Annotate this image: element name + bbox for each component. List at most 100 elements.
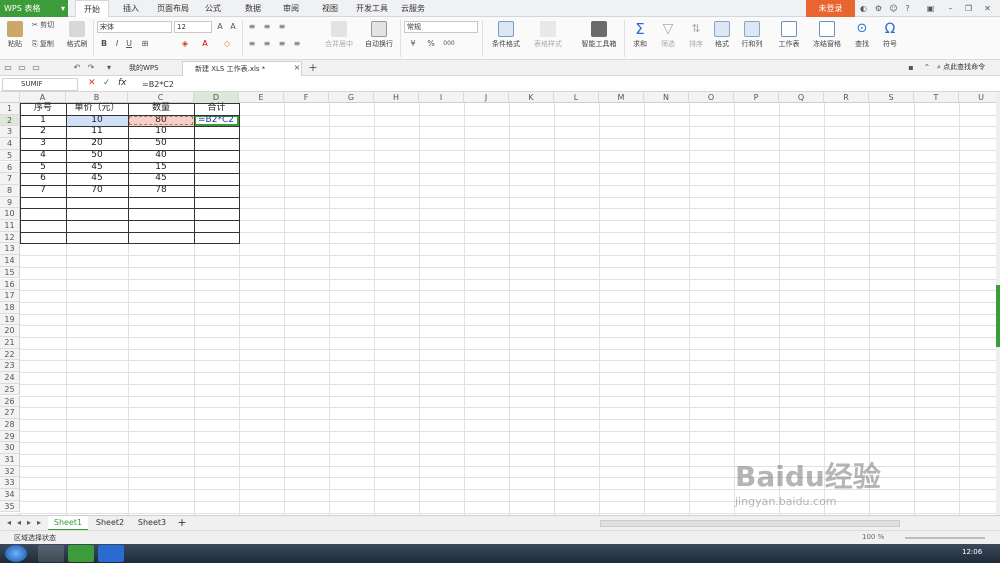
row-header-5[interactable]: 5 <box>0 149 20 162</box>
cell-d3[interactable] <box>194 126 239 138</box>
thousands-button[interactable]: 000 <box>441 39 457 49</box>
cell-a1[interactable]: 序号 <box>20 103 66 115</box>
conditional-format-button[interactable]: 条件格式 <box>486 21 526 49</box>
font-size-select[interactable]: 12 <box>174 21 212 33</box>
cell-d8[interactable] <box>194 185 239 197</box>
column-header-c[interactable]: C <box>128 92 194 103</box>
cell-b3[interactable]: 11 <box>66 126 128 138</box>
row-header-34[interactable]: 34 <box>0 489 20 501</box>
dock-icon[interactable]: ▪ <box>906 63 916 73</box>
column-header-n[interactable]: N <box>644 92 689 103</box>
format-painter-button[interactable]: 格式刷 <box>64 21 90 49</box>
first-sheet-icon[interactable]: ◂ <box>4 518 14 528</box>
freeze-panes-button[interactable]: 冻结窗格 <box>808 21 846 49</box>
redo-icon[interactable]: ↷ <box>86 63 96 73</box>
row-header-19[interactable]: 19 <box>0 313 20 326</box>
cell-b7[interactable]: 45 <box>66 173 128 185</box>
row-header-4[interactable]: 4 <box>0 138 20 150</box>
cell-b2[interactable]: 10 <box>66 114 128 127</box>
tab-home[interactable]: 开始 <box>75 0 109 18</box>
wrap-text-button[interactable]: 自动换行 <box>362 21 396 49</box>
row-header-22[interactable]: 22 <box>0 348 20 361</box>
taskbar-browser[interactable] <box>38 545 64 562</box>
cell-a2[interactable]: 1 <box>20 115 66 127</box>
add-sheet-icon[interactable]: + <box>175 516 189 531</box>
row-header-30[interactable]: 30 <box>0 442 20 454</box>
column-header-p[interactable]: P <box>734 92 779 103</box>
row-col-button[interactable]: 行和列 <box>738 21 766 49</box>
close-tab-icon[interactable]: × <box>292 63 302 73</box>
cell-c2[interactable]: 80 <box>128 114 194 127</box>
cell-c7[interactable]: 45 <box>128 173 194 185</box>
collapse-ribbon-icon[interactable]: ⌃ <box>922 63 932 73</box>
row-header-7[interactable]: 7 <box>0 173 20 185</box>
borders-icon[interactable]: ⊞ <box>140 39 150 49</box>
maximize-icon[interactable]: ❐ <box>963 3 974 14</box>
row-header-24[interactable]: 24 <box>0 372 20 384</box>
cell-d7[interactable] <box>194 173 239 185</box>
column-header-f[interactable]: F <box>284 92 329 103</box>
chevron-down-icon[interactable]: ▾ <box>104 63 114 73</box>
vertical-scrollbar-thumb[interactable] <box>996 285 1000 347</box>
sum-button[interactable]: Σ 求和 <box>628 21 652 49</box>
sheet-tab-2[interactable]: Sheet2 <box>90 516 130 531</box>
font-grow-icon[interactable]: A <box>215 22 225 32</box>
cell-c1[interactable]: 数量 <box>128 103 194 115</box>
row-header-11[interactable]: 11 <box>0 220 20 232</box>
cell-a8[interactable]: 7 <box>20 185 66 197</box>
open-icon[interactable]: ▭ <box>3 63 13 73</box>
row-header-27[interactable]: 27 <box>0 407 20 419</box>
row-header-2[interactable]: 2 <box>0 114 20 127</box>
justify-icon[interactable]: ≡ <box>292 39 302 49</box>
cell-d2[interactable]: =B2*C2 <box>194 114 239 127</box>
row-header-32[interactable]: 32 <box>0 465 20 478</box>
column-header-j[interactable]: J <box>464 92 509 103</box>
row-header-13[interactable]: 13 <box>0 243 20 256</box>
bold-button[interactable]: B <box>99 39 109 49</box>
close-icon[interactable]: ✕ <box>982 3 993 14</box>
row-header-15[interactable]: 15 <box>0 266 20 279</box>
paste-button[interactable]: 粘贴 <box>4 21 26 49</box>
insert-function-button[interactable]: fx <box>118 78 127 88</box>
column-header-t[interactable]: T <box>914 92 959 103</box>
format-button[interactable]: 格式 <box>710 21 734 49</box>
row-header-1[interactable]: 1 <box>0 103 20 115</box>
cell-a5[interactable]: 4 <box>20 150 66 162</box>
cell-b5[interactable]: 50 <box>66 150 128 162</box>
row-header-23[interactable]: 23 <box>0 360 20 373</box>
align-left-icon[interactable]: ≡ <box>247 39 257 49</box>
row-header-3[interactable]: 3 <box>0 126 20 139</box>
cell-b1[interactable]: 单价（元） <box>66 103 128 115</box>
filter-button[interactable]: ▽ 筛选 <box>656 21 680 49</box>
minimize-icon[interactable]: – <box>945 3 956 14</box>
worksheet-button[interactable]: 工作表 <box>774 21 804 49</box>
cell-d6[interactable] <box>194 162 239 174</box>
row-header-29[interactable]: 29 <box>0 430 20 443</box>
cell-c5[interactable]: 40 <box>128 150 194 162</box>
cell-c8[interactable]: 78 <box>128 185 194 197</box>
row-header-26[interactable]: 26 <box>0 395 20 408</box>
row-header-31[interactable]: 31 <box>0 454 20 466</box>
font-shrink-icon[interactable]: A <box>228 22 238 32</box>
tab-workbook[interactable]: 新建 XLS 工作表.xls * <box>182 61 302 76</box>
cell-b8[interactable]: 70 <box>66 185 128 197</box>
row-header-8[interactable]: 8 <box>0 184 20 197</box>
align-right-icon[interactable]: ≡ <box>277 39 287 49</box>
horizontal-scrollbar[interactable] <box>600 520 900 527</box>
column-header-g[interactable]: G <box>329 92 374 103</box>
column-header-q[interactable]: Q <box>779 92 824 103</box>
new-tab-icon[interactable]: + <box>308 62 318 73</box>
cell-a6[interactable]: 5 <box>20 162 66 174</box>
row-header-16[interactable]: 16 <box>0 278 20 291</box>
column-header-r[interactable]: R <box>824 92 869 103</box>
cancel-formula-button[interactable]: ✕ <box>88 78 96 88</box>
tab-developer[interactable]: 开发工具 <box>352 0 392 17</box>
cell-a3[interactable]: 2 <box>20 126 66 138</box>
column-header-d[interactable]: D <box>194 92 239 103</box>
name-box[interactable]: SUMIF <box>2 78 78 91</box>
row-header-33[interactable]: 33 <box>0 477 20 490</box>
find-button[interactable]: ⊙ 查找 <box>850 21 874 49</box>
confirm-formula-button[interactable]: ✓ <box>103 78 111 88</box>
column-header-e[interactable]: E <box>239 92 284 103</box>
taskbar-writer[interactable] <box>98 545 124 562</box>
